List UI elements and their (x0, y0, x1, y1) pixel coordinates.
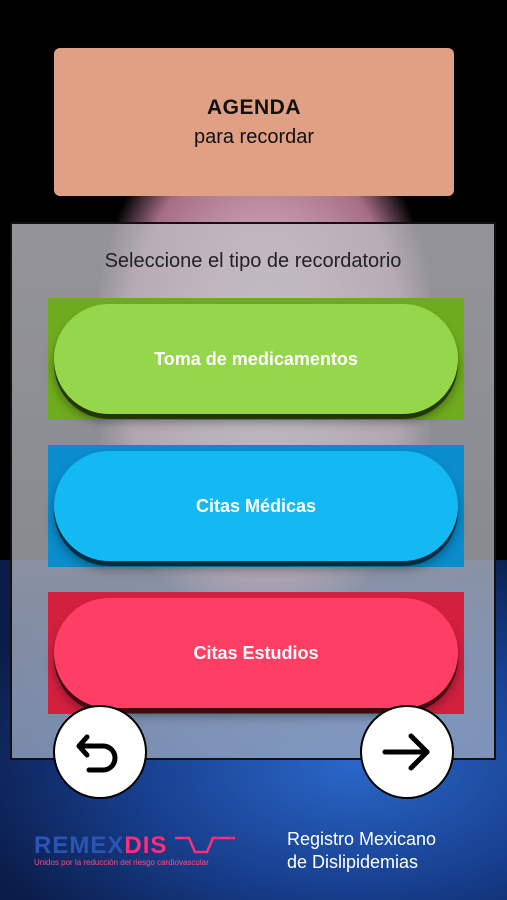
registry-line-1: Registro Mexicano (287, 829, 437, 849)
citas-estudios-button[interactable]: Citas Estudios (54, 598, 458, 708)
reminder-type-caption: Seleccione el tipo de recordatorio (104, 250, 402, 272)
registry-line-2: de Dislipidemias (287, 852, 419, 872)
agenda-header-card: AGENDA para recordar (54, 48, 454, 196)
agenda-title: AGENDA (206, 95, 301, 119)
logo-tagline: Unidos por la reducción del riesgo cardi… (34, 858, 209, 867)
back-button[interactable] (53, 705, 147, 799)
agenda-subtitle: para recordar (193, 125, 315, 148)
option-frame-citas-estudios: Citas Estudios (48, 592, 464, 714)
next-button[interactable] (360, 705, 454, 799)
footer: REMEXDIS Unidos por la reducción del rie… (0, 800, 507, 900)
right-arrow-icon (382, 733, 430, 771)
logo-part-dis: DIS (124, 832, 168, 859)
pulse-line-icon (175, 836, 236, 854)
option-frame-medicamentos: Toma de medicamentos (48, 298, 464, 420)
remexdis-logo: REMEXDIS (34, 832, 236, 860)
undo-arrow-icon (76, 734, 118, 773)
citas-medicas-button[interactable]: Citas Médicas (54, 451, 458, 561)
toma-de-medicamentos-button[interactable]: Toma de medicamentos (54, 304, 458, 414)
reminder-type-panel: Seleccione el tipo de recordatorio Toma … (10, 222, 496, 760)
registry-name: Registro Mexicano de Dislipidemias (287, 828, 436, 874)
option-frame-citas-medicas: Citas Médicas (48, 445, 464, 567)
logo-part-remex: REMEX (34, 832, 125, 859)
